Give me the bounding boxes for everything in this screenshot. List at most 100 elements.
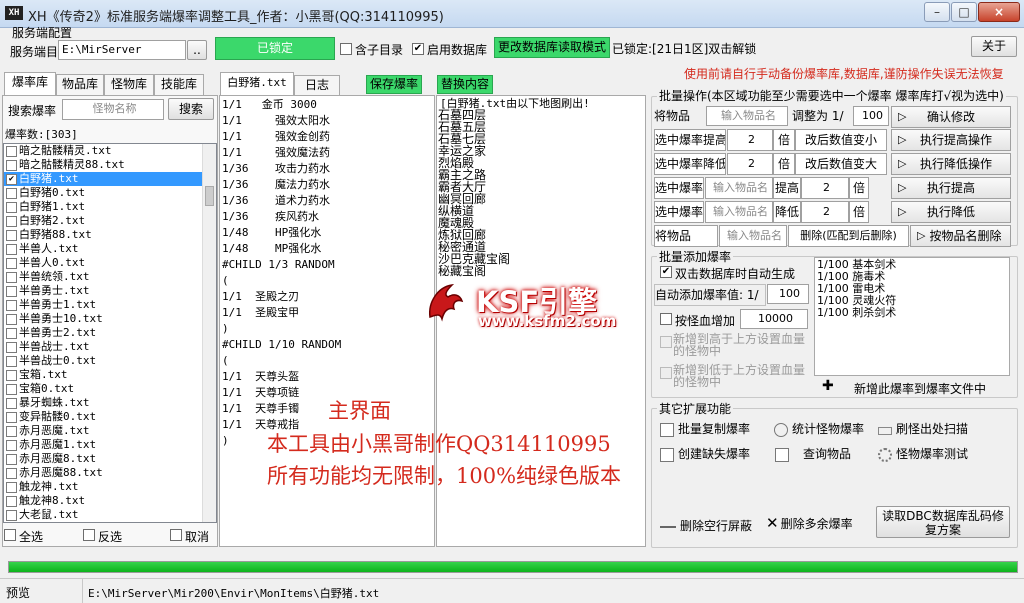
list-item[interactable]: 变异骷髅0.txt bbox=[4, 410, 203, 424]
invert-checkbox[interactable] bbox=[83, 529, 95, 541]
batch-add-item[interactable]: 1/100 刺杀剑术 bbox=[817, 307, 1007, 319]
list-item-checkbox[interactable] bbox=[6, 397, 17, 409]
list-item[interactable]: 赤月恶魔1.txt bbox=[4, 438, 203, 452]
list-item-checkbox[interactable] bbox=[6, 509, 17, 521]
save-drop-button[interactable]: 保存爆率 bbox=[366, 75, 422, 94]
query-item-button[interactable]: 查询物品 bbox=[775, 445, 851, 462]
list-item-checkbox[interactable] bbox=[6, 299, 17, 311]
list-item-checkbox[interactable] bbox=[6, 495, 17, 507]
list-item-checkbox[interactable] bbox=[6, 327, 17, 339]
server-dir-input[interactable]: E:\MirServer bbox=[58, 40, 186, 60]
search-button[interactable]: 搜索 bbox=[168, 98, 214, 120]
list-item[interactable]: 宝箱.txt bbox=[4, 368, 203, 382]
list-item-checkbox[interactable] bbox=[6, 159, 17, 171]
execute-raise-button[interactable]: ▷ 执行提高操作 bbox=[891, 129, 1011, 151]
list-item[interactable]: 半兽战士.txt bbox=[4, 340, 203, 354]
list-item[interactable]: 半兽人.txt bbox=[4, 242, 203, 256]
monster-test-button[interactable]: 怪物爆率测试 bbox=[878, 445, 968, 462]
tab-monster-library[interactable]: 怪物库 bbox=[104, 74, 154, 95]
list-item-checkbox[interactable] bbox=[6, 425, 17, 437]
list-item-checkbox[interactable] bbox=[6, 145, 17, 157]
confirm-modify-button[interactable]: ▷ 确认修改 bbox=[891, 106, 1011, 128]
by-hp-checkbox[interactable] bbox=[660, 313, 672, 325]
list-item[interactable]: 赤月恶魔.txt bbox=[4, 424, 203, 438]
list-item[interactable]: 白野猪88.txt bbox=[4, 228, 203, 242]
list-item-checkbox[interactable] bbox=[6, 481, 17, 493]
list-item[interactable]: 赤月恶魔88.txt bbox=[4, 466, 203, 480]
list-item[interactable]: 宝箱0.txt bbox=[4, 382, 203, 396]
execute-item-lower-button[interactable]: ▷ 执行降低 bbox=[891, 201, 1011, 223]
list-item-checkbox[interactable] bbox=[6, 341, 17, 353]
list-item-checkbox[interactable] bbox=[6, 229, 17, 241]
batch-copy-button[interactable]: 批量复制爆率 bbox=[660, 420, 750, 437]
tab-drop-library[interactable]: 爆率库 bbox=[4, 72, 56, 95]
replace-content-button[interactable]: 替换内容 bbox=[437, 75, 493, 94]
stat-monster-button[interactable]: 统计怪物爆率 bbox=[774, 420, 864, 437]
locked-button[interactable]: 已锁定 bbox=[215, 37, 335, 60]
select-all-checkbox[interactable] bbox=[4, 529, 16, 541]
list-item[interactable]: 暗之骷髅精灵.txt bbox=[4, 144, 203, 158]
list-item-checkbox[interactable] bbox=[6, 439, 17, 451]
list-item-checkbox[interactable] bbox=[6, 285, 17, 297]
list-item-checkbox[interactable] bbox=[6, 187, 17, 199]
list-item-checkbox[interactable]: ✔ bbox=[6, 173, 17, 185]
row5-value-input[interactable]: 2 bbox=[801, 201, 849, 223]
list-item[interactable]: 暴牙蜘蛛.txt bbox=[4, 396, 203, 410]
list-item-checkbox[interactable] bbox=[6, 453, 17, 465]
execute-item-raise-button[interactable]: ▷ 执行提高 bbox=[891, 177, 1011, 199]
browse-button[interactable]: .. bbox=[187, 40, 207, 60]
remove-blank-button[interactable]: 删除空行屏蔽 bbox=[660, 517, 752, 534]
row5-item-input[interactable]: 输入物品名 bbox=[705, 201, 773, 223]
row1-value-input[interactable]: 100 bbox=[853, 106, 889, 126]
about-button[interactable]: 关于 bbox=[971, 36, 1017, 57]
delete-by-name-button[interactable]: ▷ 按物品名删除 bbox=[910, 225, 1011, 247]
auto-rate-input[interactable]: 100 bbox=[767, 284, 809, 304]
spawn-scan-button[interactable]: 刷怪出处扫描 bbox=[878, 420, 968, 437]
list-item[interactable]: 白野猪0.txt bbox=[4, 186, 203, 200]
list-item-checkbox[interactable] bbox=[6, 257, 17, 269]
list-item-checkbox[interactable] bbox=[6, 201, 17, 213]
row3-value-input[interactable]: 2 bbox=[727, 153, 773, 175]
list-item[interactable]: 半兽勇士.txt bbox=[4, 284, 203, 298]
row4-value-input[interactable]: 2 bbox=[801, 177, 849, 199]
list-item-checkbox[interactable] bbox=[6, 243, 17, 255]
remove-extra-button[interactable]: ✕ 删除多余爆率 bbox=[766, 514, 853, 532]
list-item[interactable]: 半兽勇士10.txt bbox=[4, 312, 203, 326]
list-item[interactable]: 白野猪2.txt bbox=[4, 214, 203, 228]
list-item[interactable]: 赤月恶魔8.txt bbox=[4, 452, 203, 466]
execute-lower-button[interactable]: ▷ 执行降低操作 bbox=[891, 153, 1011, 175]
add-higher-checkbox[interactable] bbox=[660, 336, 672, 348]
add-lower-checkbox[interactable] bbox=[660, 367, 672, 379]
auto-gen-checkbox[interactable]: ✔ bbox=[660, 266, 672, 278]
list-item[interactable]: 半兽统领.txt bbox=[4, 270, 203, 284]
batch-add-list[interactable]: 1/100 基本剑术 1/100 施毒术 1/100 雷电术 1/100 灵魂火符 1/… bbox=[814, 257, 1010, 376]
read-dbc-button[interactable]: 读取DBC数据库乱码修复方案 bbox=[876, 506, 1010, 538]
row1-item-input[interactable]: 输入物品名 bbox=[706, 106, 788, 126]
list-item-checkbox[interactable] bbox=[6, 383, 17, 395]
row2-value-input[interactable]: 2 bbox=[727, 129, 773, 151]
list-item[interactable]: 触龙神.txt bbox=[4, 480, 203, 494]
list-item[interactable]: 大老鼠.txt bbox=[4, 508, 203, 522]
create-missing-button[interactable]: 创建缺失爆率 bbox=[660, 445, 750, 462]
list-item[interactable]: 半兽勇士1.txt bbox=[4, 298, 203, 312]
list-item-checkbox[interactable] bbox=[6, 215, 17, 227]
by-hp-input[interactable]: 10000 bbox=[740, 309, 808, 329]
add-to-file-button[interactable]: 新增此爆率到爆率文件中 bbox=[854, 380, 986, 397]
list-item-checkbox[interactable] bbox=[6, 411, 17, 423]
tab-skill-library[interactable]: 技能库 bbox=[154, 74, 204, 95]
use-db-checkbox[interactable]: ✔ bbox=[412, 43, 424, 55]
tab-log[interactable]: 日志 bbox=[294, 75, 340, 96]
maximize-button[interactable]: □ bbox=[951, 2, 977, 22]
list-scrollbar-thumb[interactable] bbox=[205, 186, 214, 206]
subdir-checkbox[interactable] bbox=[340, 43, 352, 55]
monster-name-input[interactable]: 怪物名称 bbox=[62, 99, 164, 120]
close-button[interactable]: × bbox=[978, 2, 1020, 22]
tab-current-file[interactable]: 白野猪.txt bbox=[220, 72, 294, 95]
list-item[interactable]: 暗之骷髅精灵88.txt bbox=[4, 158, 203, 172]
tab-item-library[interactable]: 物品库 bbox=[56, 74, 104, 95]
list-item-checkbox[interactable] bbox=[6, 271, 17, 283]
list-item[interactable]: 半兽勇士2.txt bbox=[4, 326, 203, 340]
list-item-checkbox[interactable] bbox=[6, 313, 17, 325]
locked-info[interactable]: 已锁定:[21日1区]双击解锁 bbox=[612, 40, 756, 57]
list-item-checkbox[interactable] bbox=[6, 369, 17, 381]
